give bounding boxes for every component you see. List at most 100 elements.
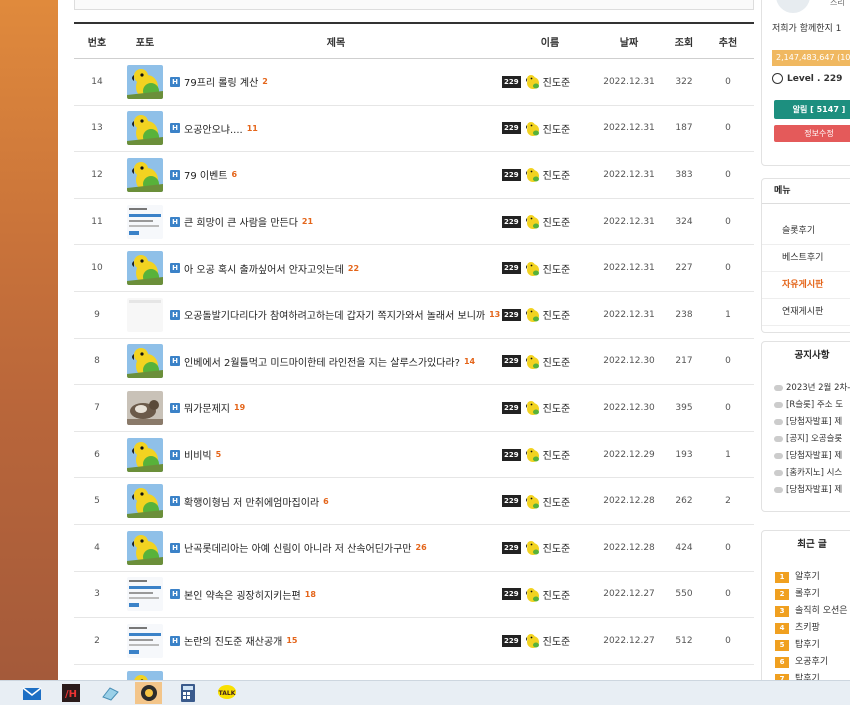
thumbnail-image[interactable] — [127, 204, 163, 239]
author-name[interactable]: 진도준 — [543, 261, 571, 276]
row-author-cell[interactable]: 229 진도준 — [502, 121, 598, 136]
sidebar-menu-item[interactable]: 슬롯후기 — [762, 218, 850, 245]
row-photo[interactable] — [120, 204, 170, 239]
row-title-cell[interactable]: H 난곡롯데리아는 아예 신림이 아니라 저 산속어딘가구만 26 — [170, 540, 502, 555]
row-title-cell[interactable]: H 오공돌발기다리다가 참여하려고하는데 갑자기 쪽지가와서 놀래서 보니까 13 — [170, 307, 502, 322]
row-author-cell[interactable]: 229 진도준 — [502, 633, 598, 649]
notice-item[interactable]: [R슬롯] 주소 도 — [762, 397, 850, 414]
recent-post-item[interactable]: 2 롤후기 — [762, 586, 850, 603]
recent-post-title[interactable]: 츠키팡 — [795, 623, 820, 633]
thumbnail-image[interactable] — [127, 484, 163, 519]
row-author-cell[interactable]: 229 진도준 — [502, 214, 598, 230]
row-author-cell[interactable]: 229 진도준 — [502, 307, 598, 323]
author-name[interactable]: 진도준 — [543, 400, 571, 415]
row-photo[interactable] — [120, 437, 170, 472]
thumbnail-image[interactable] — [127, 344, 163, 379]
row-title-cell[interactable]: H 비비빅 5 — [170, 447, 502, 462]
table-row[interactable]: 3 H 본인 약속은 굉장히지키는편 18 229 진도준 2022.12.27 550 0 — [74, 572, 754, 619]
post-title-link[interactable]: 79프리 롤링 계산 — [184, 74, 258, 89]
author-name[interactable]: 진도준 — [543, 447, 571, 462]
row-photo[interactable] — [120, 111, 170, 146]
notice-item[interactable]: 2023년 2월 2차- — [762, 380, 850, 397]
edit-profile-button[interactable]: 정보수정 — [774, 125, 850, 142]
row-title-cell[interactable]: H 아 오공 혹시 출까싶어서 안자고잇는데 22 — [170, 261, 502, 276]
thumbnail-image[interactable] — [127, 670, 163, 680]
thumbnail-image[interactable] — [127, 64, 163, 99]
thumbnail-image[interactable] — [127, 297, 163, 332]
sidebar-menu-item[interactable]: 베스트후기 — [762, 245, 850, 272]
table-row[interactable]: 13 H 오공안오냐.... 11 229 진도준 2022.12.31 187 0 — [74, 106, 754, 153]
row-photo[interactable] — [120, 297, 170, 332]
row-photo[interactable] — [120, 390, 170, 425]
post-title-link[interactable]: 아 오공 혹시 출까싶어서 안자고잇는데 — [184, 261, 344, 276]
post-title-link[interactable]: 확행이형님 저 만취에엄마집이라 — [184, 494, 319, 509]
recent-post-item[interactable]: 3 솔직히 오션은 — [762, 603, 850, 620]
table-row[interactable]: 5 H 확행이형님 저 만취에엄마집이라 6 229 진도준 2022.12.28 262 2 — [74, 478, 754, 525]
table-row[interactable]: 8 H 인베에서 2월틀먹고 미드마이한테 라인전을 지는 살루스가있다라? 14 22… — [74, 339, 754, 386]
eraser-app-icon[interactable] — [96, 682, 123, 704]
game-app-icon[interactable]: /H — [57, 682, 84, 704]
table-row[interactable]: 10 H 아 오공 혹시 출까싶어서 안자고잇는데 22 229 진도준 2022.12.3… — [74, 245, 754, 292]
row-title-cell[interactable]: H 79프리 롤링 계산 2 — [170, 74, 502, 89]
row-author-cell[interactable]: 229 진도준 — [502, 447, 598, 463]
recent-post-title[interactable]: 알후기 — [795, 572, 820, 582]
row-author-cell[interactable]: 229 진도준 — [502, 494, 598, 509]
post-title-link[interactable]: 큰 희망이 큰 사람을 만든다 — [184, 214, 298, 229]
author-name[interactable]: 진도준 — [543, 307, 571, 322]
row-photo[interactable] — [120, 64, 170, 99]
post-title-link[interactable]: 논란의 진도준 재산공개 — [184, 633, 282, 648]
notice-title-text[interactable]: [당첨자발표] 제 — [786, 485, 842, 495]
row-title-cell[interactable]: H 논란의 진도준 재산공개 15 — [170, 633, 502, 648]
notice-title-text[interactable]: [당첨자발표] 제 — [786, 451, 842, 461]
row-author-cell[interactable]: 229 진도준 — [502, 587, 598, 602]
thumbnail-image[interactable] — [127, 390, 163, 425]
table-row[interactable]: 4 H 난곡롯데리아는 아예 신림이 아니라 저 산속어딘가구만 26 229 진도준 20… — [74, 525, 754, 572]
thumbnail-image[interactable] — [127, 530, 163, 565]
author-name[interactable]: 진도준 — [543, 540, 571, 555]
table-row[interactable]: 12 H 79 이벤트 6 229 진도준 2022.12.31 383 0 — [74, 152, 754, 199]
row-photo[interactable] — [120, 344, 170, 379]
author-name[interactable]: 진도준 — [543, 121, 571, 136]
row-author-cell[interactable]: 229 진도준 — [502, 74, 598, 90]
row-photo[interactable] — [120, 484, 170, 519]
author-name[interactable]: 진도준 — [543, 354, 571, 369]
alarm-button[interactable]: 알림 [ 5147 ] — [774, 100, 850, 119]
notice-item[interactable]: [당첨자발표] 제 — [762, 482, 850, 499]
mail-app-icon[interactable] — [18, 682, 45, 704]
row-author-cell[interactable]: 229 진도준 — [502, 261, 598, 276]
recent-post-title[interactable]: 오공후기 — [795, 657, 828, 667]
thumbnail-image[interactable] — [127, 111, 163, 146]
author-name[interactable]: 진도준 — [543, 633, 571, 648]
row-photo[interactable] — [120, 623, 170, 658]
table-row[interactable]: 7 H 뭐가문제지 19 229 진도준 2022.12.30 395 0 — [74, 385, 754, 432]
row-title-cell[interactable]: H 본인 약속은 굉장히지키는편 18 — [170, 587, 502, 602]
thumbnail-image[interactable] — [127, 437, 163, 472]
thumbnail-image[interactable] — [127, 623, 163, 658]
row-title-cell[interactable]: H 큰 희망이 큰 사람을 만든다 21 — [170, 214, 502, 229]
table-row[interactable]: 14 H 79프리 롤링 계산 2 229 진도준 2022.12.31 322 0 — [74, 59, 754, 106]
notice-title-text[interactable]: 2023년 2월 2차- — [786, 383, 850, 393]
row-photo[interactable] — [120, 530, 170, 565]
author-name[interactable]: 진도준 — [543, 214, 571, 229]
notice-title-text[interactable]: [공지] 오공슬롯 — [786, 434, 842, 444]
sidebar-menu-item[interactable]: 연재게시판 — [762, 299, 850, 326]
row-author-cell[interactable]: 229 진도준 — [502, 540, 598, 556]
row-photo[interactable] — [120, 577, 170, 612]
calculator-app-icon[interactable] — [174, 682, 201, 704]
row-title-cell[interactable]: H 인베에서 2월틀먹고 미드마이한테 라인전을 지는 살루스가있다라? 14 — [170, 354, 502, 369]
author-name[interactable]: 진도준 — [543, 494, 571, 509]
row-title-cell[interactable]: H 뭐가문제지 19 — [170, 400, 502, 415]
recent-post-title[interactable]: 탑후기 — [795, 640, 820, 650]
table-row[interactable]: 9 H 오공돌발기다리다가 참여하려고하는데 갑자기 쪽지가와서 놀래서 보니까 13… — [74, 292, 754, 339]
author-name[interactable]: 진도준 — [543, 74, 571, 89]
recent-post-item[interactable]: 5 탑후기 — [762, 637, 850, 654]
notice-item[interactable]: [당첨자발표] 제 — [762, 414, 850, 431]
recent-post-item[interactable]: 4 츠키팡 — [762, 620, 850, 637]
kakao-game-app-icon[interactable] — [135, 682, 162, 704]
row-author-cell[interactable]: 229 진도준 — [502, 167, 598, 183]
recent-post-item[interactable]: 7 탑후기 — [762, 671, 850, 680]
post-title-link[interactable]: 오공안오냐.... — [184, 121, 243, 136]
thumbnail-image[interactable] — [127, 251, 163, 286]
notice-item[interactable]: [홈카지노] 시스 — [762, 465, 850, 482]
row-author-cell[interactable]: 229 진도준 — [502, 400, 598, 416]
